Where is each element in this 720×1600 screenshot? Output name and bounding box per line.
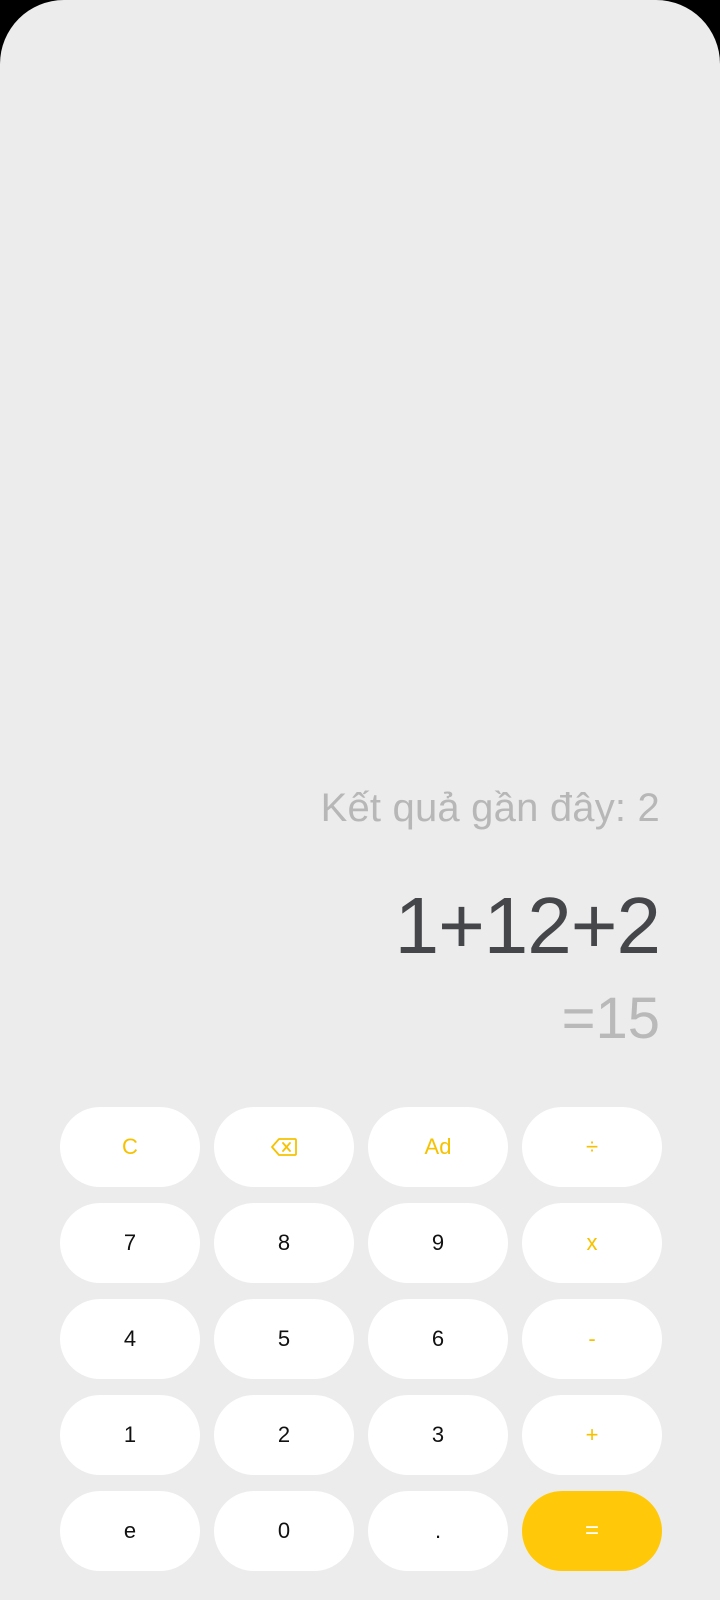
multiply-button[interactable]: x bbox=[522, 1203, 662, 1283]
divide-button[interactable]: ÷ bbox=[522, 1107, 662, 1187]
clear-button[interactable]: C bbox=[60, 1107, 200, 1187]
digit-7-button[interactable]: 7 bbox=[60, 1203, 200, 1283]
backspace-button[interactable] bbox=[214, 1107, 354, 1187]
equals-button[interactable]: = bbox=[522, 1491, 662, 1571]
digit-8-button[interactable]: 8 bbox=[214, 1203, 354, 1283]
e-constant-button[interactable]: e bbox=[60, 1491, 200, 1571]
calculator-screen: Kết quả gần đây: 2 1+12+2 =15 C Ad ÷ 7 8… bbox=[0, 0, 720, 1600]
ad-button[interactable]: Ad bbox=[368, 1107, 508, 1187]
display-area: Kết quả gần đây: 2 1+12+2 =15 bbox=[0, 0, 661, 1080]
result-preview: =15 bbox=[561, 986, 660, 1051]
plus-button[interactable]: + bbox=[522, 1395, 662, 1475]
recent-results-label: Kết quả gần đây: 2 bbox=[320, 786, 660, 830]
backspace-icon bbox=[271, 1138, 297, 1156]
digit-9-button[interactable]: 9 bbox=[368, 1203, 508, 1283]
digit-2-button[interactable]: 2 bbox=[214, 1395, 354, 1475]
expression-display[interactable]: 1+12+2 bbox=[395, 886, 661, 966]
digit-5-button[interactable]: 5 bbox=[214, 1299, 354, 1379]
digit-4-button[interactable]: 4 bbox=[60, 1299, 200, 1379]
digit-0-button[interactable]: 0 bbox=[214, 1491, 354, 1571]
digit-3-button[interactable]: 3 bbox=[368, 1395, 508, 1475]
keypad: C Ad ÷ 7 8 9 x 4 5 6 - 1 2 3 + e 0 . = bbox=[60, 1107, 662, 1571]
minus-button[interactable]: - bbox=[522, 1299, 662, 1379]
decimal-point-button[interactable]: . bbox=[368, 1491, 508, 1571]
digit-6-button[interactable]: 6 bbox=[368, 1299, 508, 1379]
recent-results-link[interactable]: Kết quả gần đây: 2 bbox=[321, 786, 660, 831]
digit-1-button[interactable]: 1 bbox=[60, 1395, 200, 1475]
